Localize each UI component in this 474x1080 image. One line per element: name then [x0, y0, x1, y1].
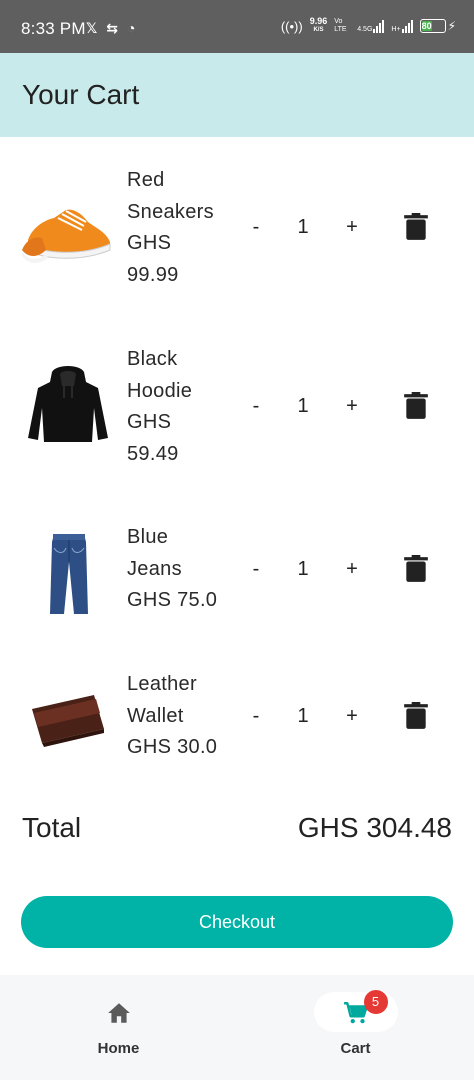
- item-name: Leather Wallet: [127, 673, 197, 727]
- hoodie-image: [28, 366, 108, 442]
- item-details: Red Sneakers GHS 99.99: [127, 165, 227, 291]
- sneakers-image: [22, 209, 111, 264]
- wallet-image: [32, 695, 104, 747]
- increase-quantity-button[interactable]: +: [340, 704, 364, 728]
- signal-h-icon: H+: [391, 19, 413, 33]
- delete-icon[interactable]: [403, 213, 429, 241]
- decrease-quantity-button[interactable]: -: [244, 394, 268, 418]
- sync-icon: ⇆: [106, 20, 119, 36]
- item-details: Leather Wallet GHS 30.0: [127, 669, 227, 764]
- increase-quantity-button[interactable]: +: [340, 557, 364, 581]
- item-price: GHS 30.0: [127, 736, 218, 758]
- decrease-quantity-button[interactable]: -: [244, 215, 268, 239]
- item-details: Black Hoodie GHS 59.49: [127, 344, 227, 470]
- item-price: GHS 75.0: [127, 589, 218, 611]
- item-name: Red Sneakers: [127, 169, 214, 223]
- bottom-navigation: Home 5 Cart: [0, 975, 474, 1080]
- status-bar: 8:33 PM 𝕏 ⇆ ◔ ((•)) 9.96 K/S Vo LTE 4.5G…: [0, 0, 474, 53]
- item-quantity: 1: [297, 216, 309, 238]
- jeans-image: [50, 534, 88, 614]
- status-right-icons: ((•)) 9.96 K/S Vo LTE 4.5G H+ 80 ⚡: [281, 17, 456, 35]
- checkout-button[interactable]: Checkout: [21, 896, 453, 948]
- total-value: GHS 304.48: [297, 812, 452, 843]
- item-name: Black Hoodie: [127, 348, 193, 402]
- app-bar: Your Cart: [0, 53, 474, 137]
- nav-item-cart[interactable]: 5 Cart: [237, 975, 474, 1080]
- increase-quantity-button[interactable]: +: [340, 394, 364, 418]
- delete-icon[interactable]: [403, 555, 429, 583]
- hotspot-icon: ((•)): [280, 18, 303, 34]
- item-price: GHS 99.99: [127, 232, 179, 286]
- battery-icon: 80 ⚡: [419, 19, 456, 33]
- delete-icon[interactable]: [403, 392, 429, 420]
- volte-label: Vo LTE: [334, 18, 347, 33]
- nav-icon-container: 5: [313, 990, 398, 1032]
- x-icon: 𝕏: [86, 20, 98, 36]
- item-name: Blue Jeans: [127, 526, 182, 580]
- net-speed: 9.96 K/S: [309, 16, 328, 34]
- nav-label-home: Home: [97, 1040, 140, 1057]
- item-quantity: 1: [297, 395, 309, 417]
- status-time: 8:33 PM: [21, 19, 86, 38]
- face-icon: ◔: [127, 20, 136, 36]
- nav-item-home[interactable]: Home: [0, 975, 237, 1080]
- nav-label-cart: Cart: [340, 1040, 371, 1057]
- item-details: Blue Jeans GHS 75.0: [127, 522, 227, 617]
- item-quantity: 1: [297, 558, 309, 580]
- signal-4g-icon: 4.5G: [357, 19, 385, 33]
- delete-icon[interactable]: [403, 702, 429, 730]
- home-icon: [107, 1003, 130, 1023]
- item-quantity: 1: [297, 705, 309, 727]
- total-label: Total: [22, 812, 82, 843]
- status-left-icons: 𝕏 ⇆ ◔: [86, 20, 135, 36]
- decrease-quantity-button[interactable]: -: [244, 704, 268, 728]
- decrease-quantity-button[interactable]: -: [244, 557, 268, 581]
- increase-quantity-button[interactable]: +: [340, 215, 364, 239]
- page-title: Your Cart: [22, 79, 140, 110]
- cart-count-badge: 5: [363, 990, 388, 1014]
- nav-icon-container: [77, 992, 161, 1032]
- item-price: GHS 59.49: [127, 411, 179, 465]
